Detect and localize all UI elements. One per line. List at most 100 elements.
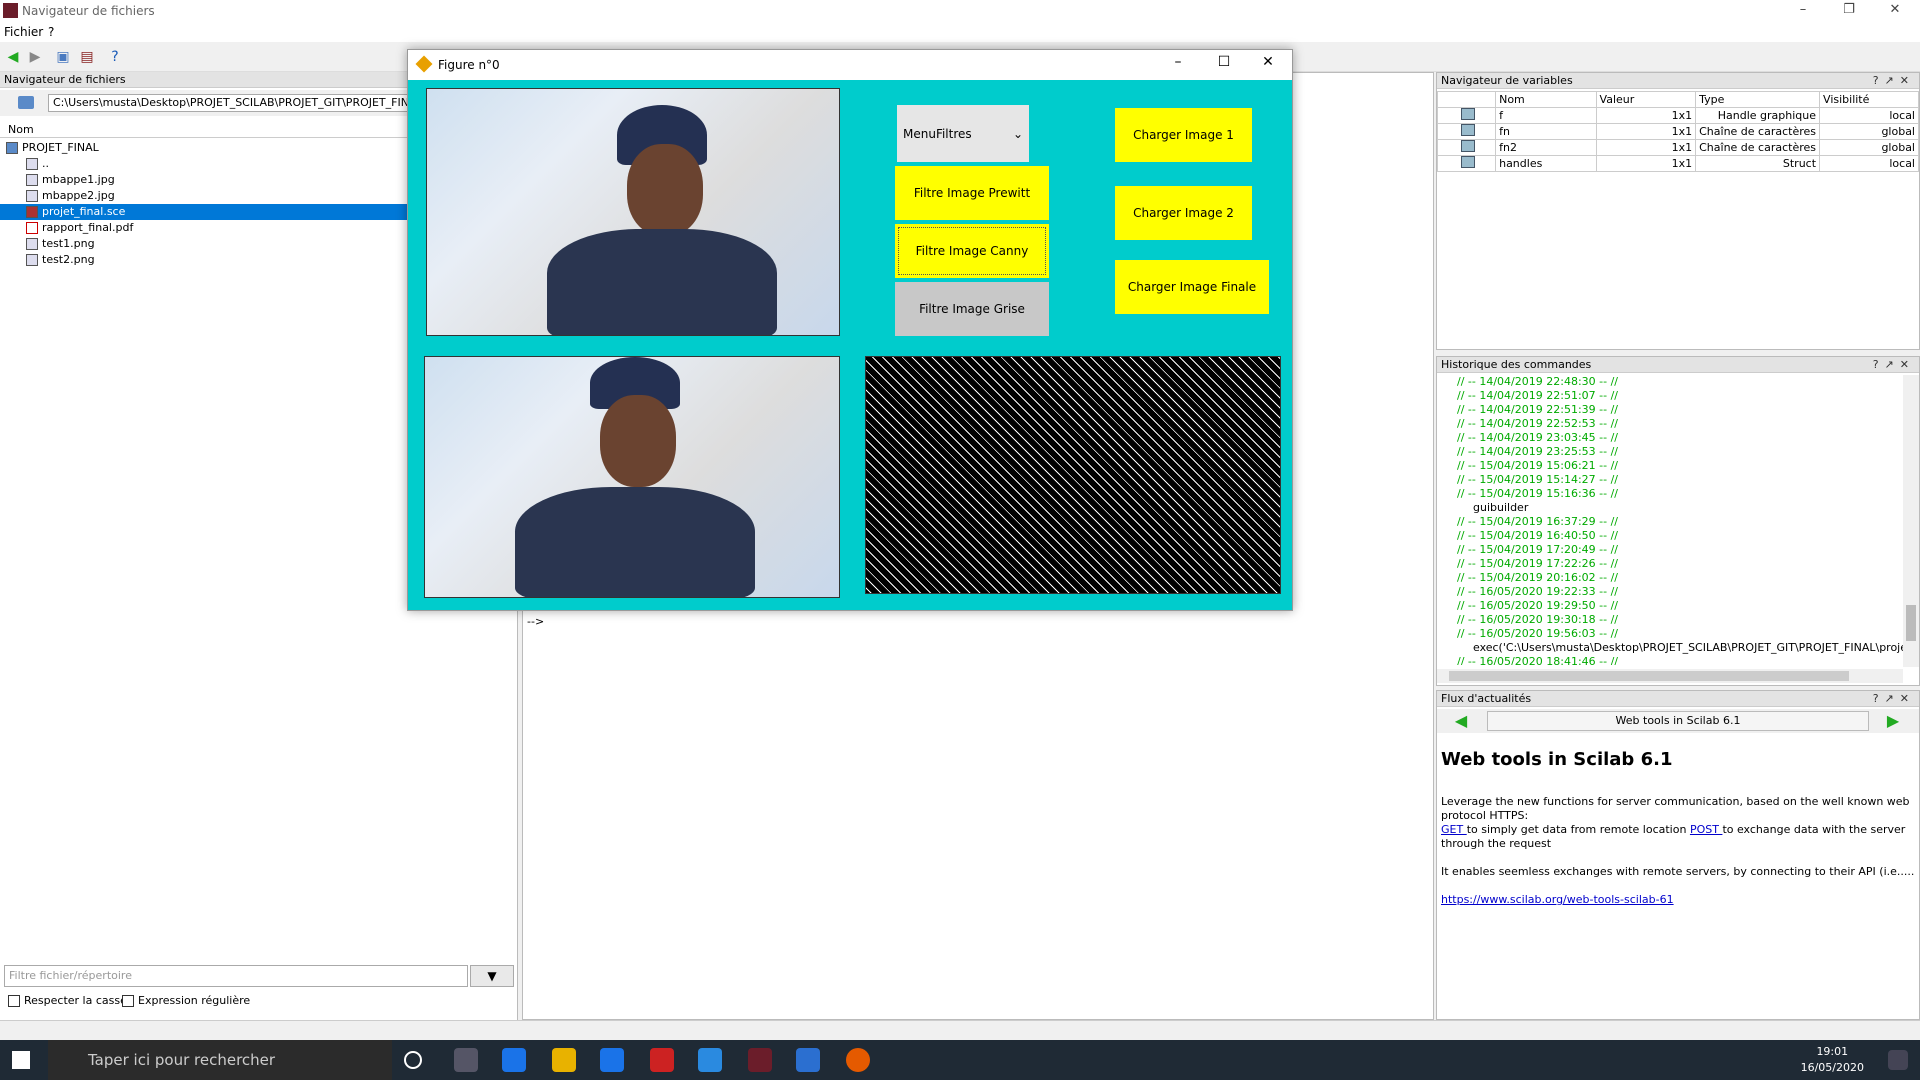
history-line[interactable]: // -- 14/04/2019 23:03:45 -- // xyxy=(1437,431,1903,445)
table-row[interactable]: f 1x1 Handle graphique local xyxy=(1436,107,1919,124)
explorer-icon[interactable] xyxy=(552,1048,576,1072)
post-link[interactable]: POST xyxy=(1690,823,1723,836)
taskbar-search[interactable]: Taper ici pour rechercher xyxy=(48,1040,392,1080)
history-line[interactable]: // -- 16/05/2020 19:22:33 -- // xyxy=(1437,585,1903,599)
close-icon[interactable]: ✕ xyxy=(1872,0,1918,22)
file-tree-label: mbappe2.jpg xyxy=(42,189,115,202)
folder-icon[interactable] xyxy=(18,96,34,109)
task-view-icon[interactable] xyxy=(454,1048,478,1072)
forward-arrow-icon[interactable]: ▶ xyxy=(26,48,44,66)
variable-browser-header: Navigateur de variables ?↗✕ xyxy=(1437,73,1919,89)
var-type-icon xyxy=(1436,123,1497,140)
load-image-1-button[interactable]: Charger Image 1 xyxy=(1115,108,1252,162)
history-line[interactable]: // -- 16/05/2020 19:56:03 -- // xyxy=(1437,627,1903,641)
filter-funnel-icon[interactable]: ▼ xyxy=(470,965,514,987)
var-visibility: local xyxy=(1819,155,1919,172)
file-tree-label: rapport_final.pdf xyxy=(42,221,134,234)
var-visibility: local xyxy=(1819,107,1919,124)
windows-start-icon[interactable] xyxy=(12,1051,30,1069)
news-url-link[interactable]: https://www.scilab.org/web-tools-scilab-… xyxy=(1441,893,1674,906)
notification-icon[interactable] xyxy=(1888,1050,1908,1070)
case-checkbox[interactable]: Respecter la casse xyxy=(8,994,127,1007)
history-hscrollbar[interactable] xyxy=(1437,669,1903,683)
open-folder-icon[interactable]: ▣ xyxy=(54,48,72,66)
var-visibility: global xyxy=(1819,139,1919,156)
history-line[interactable]: // -- 15/04/2019 17:22:26 -- // xyxy=(1437,557,1903,571)
canny-button[interactable]: Filtre Image Canny xyxy=(895,224,1049,278)
news-next-arrow-icon[interactable]: ▶ xyxy=(1873,711,1913,730)
app-title: Navigateur de fichiers xyxy=(22,4,155,18)
history-line[interactable]: // -- 14/04/2019 22:48:30 -- // xyxy=(1437,375,1903,389)
col-type[interactable]: Type xyxy=(1695,91,1821,108)
restore-icon[interactable]: ❐ xyxy=(1826,0,1872,22)
history-line[interactable]: // -- 15/04/2019 15:16:36 -- // xyxy=(1437,487,1903,501)
cortana-icon[interactable] xyxy=(404,1051,422,1069)
history-line[interactable]: // -- 14/04/2019 22:51:07 -- // xyxy=(1437,389,1903,403)
image-1 xyxy=(426,88,840,336)
load-final-image-button[interactable]: Charger Image Finale xyxy=(1115,260,1269,314)
firefox-icon[interactable] xyxy=(846,1048,870,1072)
news-pane: Flux d'actualités ?↗✕ ◀ Web tools in Scil… xyxy=(1436,690,1920,1020)
history-line[interactable]: // -- 15/04/2019 15:06:21 -- // xyxy=(1437,459,1903,473)
col-nom[interactable]: Nom xyxy=(1495,91,1597,108)
figure-title-bar: Figure n°0 – ☐ ✕ xyxy=(408,50,1292,80)
variables-table: Nom Valeur Type Visibilité f 1x1 Handle gr… xyxy=(1436,91,1919,172)
history-line[interactable]: // -- 15/04/2019 16:37:29 -- // xyxy=(1437,515,1903,529)
clock[interactable]: 19:01 16/05/2020 xyxy=(1801,1044,1864,1076)
scinotes-taskbar-icon[interactable] xyxy=(796,1048,820,1072)
chevron-down-icon: ⌄ xyxy=(1012,126,1023,141)
col-visibilite[interactable]: Visibilité xyxy=(1819,91,1919,108)
news-header: Flux d'actualités ?↗✕ xyxy=(1437,691,1919,707)
var-visibility: global xyxy=(1819,123,1919,140)
news-body: Leverage the new functions for server co… xyxy=(1441,795,1915,907)
history-line[interactable]: // -- 14/04/2019 23:25:53 -- // xyxy=(1437,445,1903,459)
prewitt-button[interactable]: Filtre Image Prewitt xyxy=(895,166,1049,220)
var-value: 1x1 xyxy=(1595,107,1697,124)
figure-minimize-icon[interactable]: – xyxy=(1158,54,1198,70)
menu-help[interactable]: ? xyxy=(48,25,54,39)
image-file-icon xyxy=(26,238,38,250)
menu-fichier[interactable]: Fichier xyxy=(4,25,43,39)
history-line[interactable]: guibuilder xyxy=(1437,501,1903,515)
history-line[interactable]: // -- 16/05/2020 18:41:46 -- // xyxy=(1437,655,1903,665)
history-line[interactable]: // -- 15/04/2019 16:40:50 -- // xyxy=(1437,529,1903,543)
load-image-2-button[interactable]: Charger Image 2 xyxy=(1115,186,1252,240)
col-valeur[interactable]: Valeur xyxy=(1595,91,1697,108)
history-list[interactable]: // -- 14/04/2019 22:48:30 -- //// -- 14/… xyxy=(1437,375,1903,665)
store-icon[interactable] xyxy=(600,1048,624,1072)
table-row[interactable]: handles 1x1 Struct local xyxy=(1436,155,1919,172)
var-name: fn xyxy=(1495,123,1597,140)
history-line[interactable]: // -- 15/04/2019 15:14:27 -- // xyxy=(1437,473,1903,487)
history-line[interactable]: // -- 16/05/2020 19:29:50 -- // xyxy=(1437,599,1903,613)
edge-icon[interactable] xyxy=(502,1048,526,1072)
figure-app-icon xyxy=(415,55,433,73)
scilab-taskbar-icon[interactable] xyxy=(748,1048,772,1072)
news-prev-arrow-icon[interactable]: ◀ xyxy=(1441,711,1481,730)
minimize-icon[interactable]: – xyxy=(1780,0,1826,22)
regex-checkbox[interactable]: Expression régulière xyxy=(122,994,250,1007)
gift-icon[interactable] xyxy=(650,1048,674,1072)
image-2 xyxy=(424,356,840,598)
filter-input[interactable]: Filtre fichier/répertoire xyxy=(4,965,468,987)
table-row[interactable]: fn 1x1 Chaîne de caractères global xyxy=(1436,123,1919,140)
history-line[interactable]: // -- 15/04/2019 17:20:49 -- // xyxy=(1437,543,1903,557)
mail-icon[interactable] xyxy=(698,1048,722,1072)
table-row[interactable]: fn2 1x1 Chaîne de caractères global xyxy=(1436,139,1919,156)
figure-close-icon[interactable]: ✕ xyxy=(1248,54,1288,70)
history-vscrollbar[interactable] xyxy=(1903,375,1919,667)
help-icon[interactable]: ? xyxy=(106,48,124,66)
scinotes-icon[interactable]: ▤ xyxy=(78,48,96,66)
var-name: fn2 xyxy=(1495,139,1597,156)
get-link[interactable]: GET xyxy=(1441,823,1467,836)
menu-filtres-select[interactable]: MenuFiltres ⌄ xyxy=(897,105,1029,162)
grise-button[interactable]: Filtre Image Grise xyxy=(895,282,1049,336)
history-header: Historique des commandes ?↗✕ xyxy=(1437,357,1919,373)
app-title-bar: Navigateur de fichiers – ❐ ✕ xyxy=(0,0,1920,22)
history-line[interactable]: // -- 14/04/2019 22:52:53 -- // xyxy=(1437,417,1903,431)
figure-maximize-icon[interactable]: ☐ xyxy=(1204,54,1244,70)
history-line[interactable]: // -- 14/04/2019 22:51:39 -- // xyxy=(1437,403,1903,417)
history-line[interactable]: exec('C:\Users\musta\Desktop\PROJET_SCIL… xyxy=(1437,641,1903,655)
history-line[interactable]: // -- 16/05/2020 19:30:18 -- // xyxy=(1437,613,1903,627)
history-line[interactable]: // -- 15/04/2019 20:16:02 -- // xyxy=(1437,571,1903,585)
back-arrow-icon[interactable]: ◀ xyxy=(4,48,22,66)
